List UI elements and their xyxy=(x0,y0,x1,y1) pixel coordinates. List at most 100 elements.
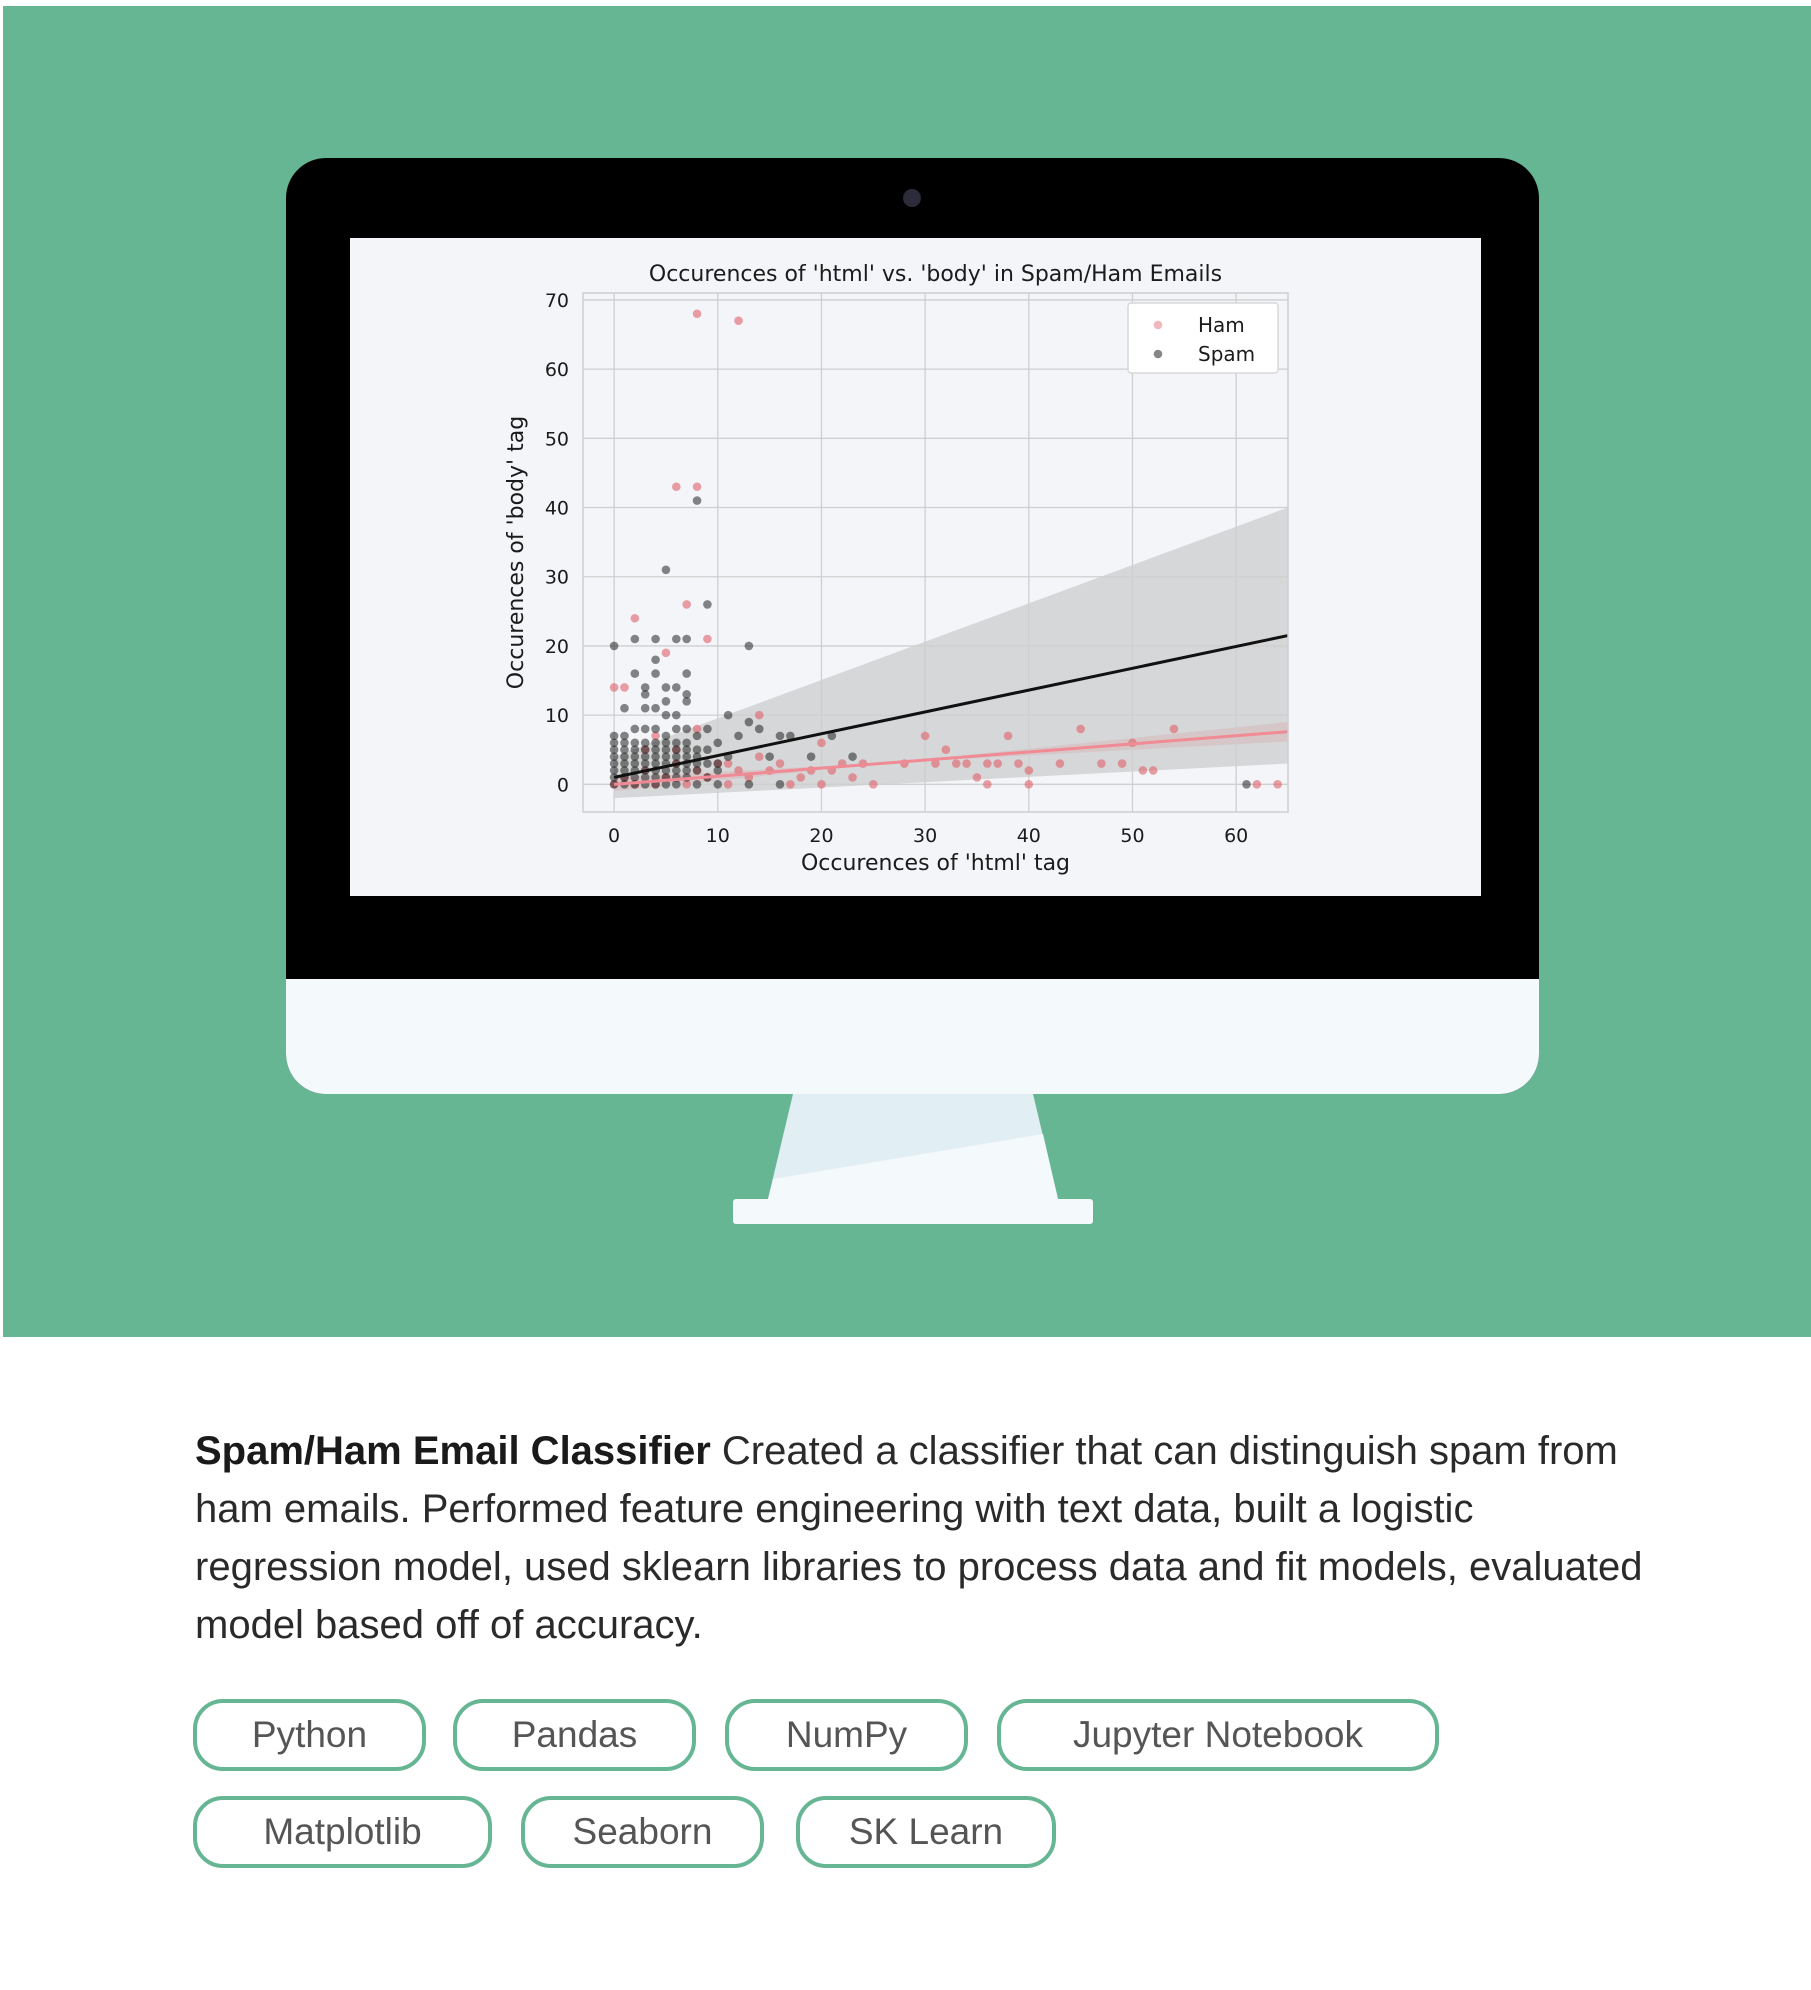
y-tick-label: 0 xyxy=(557,774,569,796)
y-tick-label: 60 xyxy=(545,359,569,381)
tag-python[interactable]: Python xyxy=(193,1699,426,1771)
x-tick-label: 60 xyxy=(1224,825,1248,847)
ham-point xyxy=(1003,731,1013,741)
spam-point xyxy=(692,766,702,775)
x-tick-label: 0 xyxy=(608,825,620,847)
spam-point xyxy=(672,710,681,720)
monitor-stand xyxy=(733,1094,1093,1224)
ham-point xyxy=(703,634,712,644)
spam-point xyxy=(620,703,629,713)
spam-point xyxy=(848,752,857,761)
x-tick-label: 30 xyxy=(913,825,937,847)
spam-point xyxy=(703,759,712,768)
spam-point xyxy=(765,752,774,761)
ham-point xyxy=(734,316,743,325)
ham-point xyxy=(848,773,857,782)
scatter-chart: 0 10 20 30 40 50 60 0 10 20 30 40 50 60 70 Occurences … xyxy=(504,262,1289,876)
spam-point xyxy=(651,669,660,678)
ham-point xyxy=(775,759,785,768)
ham-point xyxy=(817,780,826,789)
x-tick-label: 10 xyxy=(706,825,730,847)
ham-point xyxy=(868,780,878,789)
spam-point xyxy=(640,703,650,713)
spam-point xyxy=(744,780,754,789)
hero-background: 0 10 20 30 40 50 60 0 10 20 30 40 50 60 70 Occurences … xyxy=(3,6,1811,1337)
spam-point xyxy=(713,766,723,775)
project-title: Spam/Ham Email Classifier xyxy=(195,1429,711,1473)
spam-point xyxy=(703,724,712,734)
ham-point xyxy=(941,745,951,755)
spam-point xyxy=(661,565,671,575)
spam-point xyxy=(661,710,671,720)
ham-point xyxy=(692,309,702,319)
monitor-screen: 0 10 20 30 40 50 60 0 10 20 30 40 50 60 70 Occurences … xyxy=(350,238,1481,896)
spam-point xyxy=(703,600,712,609)
spam-point xyxy=(682,724,691,734)
ham-point xyxy=(692,482,702,492)
monitor-chin xyxy=(286,979,1539,1094)
spam-point xyxy=(806,752,816,761)
y-tick-label: 40 xyxy=(545,498,569,520)
tag-sk-learn[interactable]: SK Learn xyxy=(796,1796,1056,1868)
ham-point xyxy=(1148,766,1158,775)
tag-matplotlib[interactable]: Matplotlib xyxy=(193,1796,492,1868)
spam-point xyxy=(682,634,691,644)
tag-numpy[interactable]: NumPy xyxy=(725,1699,968,1771)
spam-point xyxy=(734,731,743,741)
ham-point xyxy=(723,780,733,789)
ham-point xyxy=(754,710,764,720)
ham-point xyxy=(1097,759,1106,768)
ham-point xyxy=(682,600,691,609)
tag-jupyter-notebook[interactable]: Jupyter Notebook xyxy=(997,1699,1439,1771)
spam-point xyxy=(609,641,619,651)
spam-point xyxy=(661,683,671,692)
x-tick-label: 40 xyxy=(1017,825,1041,847)
spam-point xyxy=(630,724,640,734)
spam-point xyxy=(630,634,640,644)
ham-point xyxy=(1273,780,1282,789)
ham-point xyxy=(1169,724,1179,734)
spam-point xyxy=(692,496,702,505)
spam-point xyxy=(672,634,681,644)
x-tick-label: 50 xyxy=(1120,825,1144,847)
legend-ham-marker xyxy=(1153,320,1163,330)
spam-point xyxy=(775,731,785,741)
ham-point xyxy=(993,759,1003,768)
spam-point xyxy=(692,731,702,741)
x-axis-label: Occurences of 'html' tag xyxy=(801,851,1070,876)
ham-point xyxy=(1024,780,1034,789)
spam-point xyxy=(640,690,650,699)
ham-point xyxy=(920,731,930,741)
ham-point xyxy=(951,759,961,768)
ham-point xyxy=(620,683,629,692)
spam-point xyxy=(682,669,691,678)
ham-point xyxy=(1024,766,1034,775)
ham-point xyxy=(1117,759,1127,768)
tag-pandas[interactable]: Pandas xyxy=(453,1699,696,1771)
spam-point xyxy=(640,724,650,734)
spam-confidence-band xyxy=(614,507,1288,799)
project-description: Spam/Ham Email Classifier Created a clas… xyxy=(195,1422,1655,1654)
y-tick-label: 20 xyxy=(545,636,569,658)
tag-seaborn[interactable]: Seaborn xyxy=(521,1796,764,1868)
spam-point xyxy=(682,696,691,706)
spam-point xyxy=(672,780,681,789)
y-axis-label: Occurences of 'body' tag xyxy=(504,416,529,689)
spam-point xyxy=(672,724,681,734)
y-tick-label: 10 xyxy=(545,705,569,727)
legend-spam-marker xyxy=(1153,349,1163,359)
y-tick-label: 70 xyxy=(545,290,569,312)
ham-point xyxy=(817,738,826,748)
spam-point xyxy=(713,738,723,748)
ham-point xyxy=(754,752,764,761)
spam-point xyxy=(651,655,660,665)
ham-point xyxy=(786,780,795,789)
legend-spam-label: Spam xyxy=(1198,342,1255,366)
ham-point xyxy=(609,683,619,692)
ham-point xyxy=(1076,724,1085,734)
ham-point xyxy=(672,482,681,492)
spam-point xyxy=(651,724,660,734)
spam-point xyxy=(744,641,754,651)
ham-point xyxy=(796,773,806,782)
legend-ham-label: Ham xyxy=(1198,313,1245,337)
